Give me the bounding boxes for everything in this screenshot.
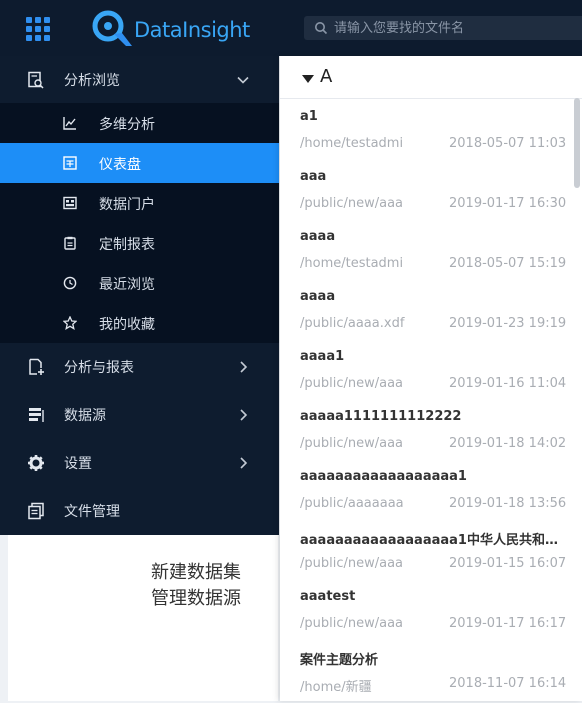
file-path: /public/new/aaa xyxy=(300,436,404,451)
sidebar-item-label: 设置 xyxy=(64,456,92,472)
star-icon xyxy=(63,316,77,330)
sidebar-subitem-label: 数据门户 xyxy=(99,197,155,213)
file-name: aaa xyxy=(300,169,327,184)
file-date: 2019-01-18 14:02 xyxy=(449,436,567,451)
file-item[interactable]: aaaa /home/testadmi 2018-05-07 15:19 xyxy=(280,223,574,283)
file-name: aaatest xyxy=(300,589,356,604)
file-name: aaaa xyxy=(300,289,336,304)
scrollbar-thumb[interactable] xyxy=(574,98,580,188)
sidebar-item-label: 分析浏览 xyxy=(64,73,120,89)
file-path: /home/testadmi xyxy=(300,256,404,271)
file-date: 2019-01-17 16:17 xyxy=(449,616,567,631)
search-icon xyxy=(315,22,328,35)
portal-icon xyxy=(63,196,77,210)
dashboard-icon xyxy=(63,156,77,170)
new-dataset-link[interactable]: 新建数据集 xyxy=(151,558,241,584)
file-date: 2018-05-07 15:19 xyxy=(449,256,567,271)
file-path: /public/new/aaa xyxy=(300,616,404,631)
sidebar-subitem-label: 我的收藏 xyxy=(99,317,155,333)
sidebar-item-analysis-report[interactable]: 分析与报表 xyxy=(0,343,279,391)
sidebar-item-analysis-browse[interactable]: 分析浏览 xyxy=(0,56,279,104)
file-name: aaaaaaaaaaaaaaaaaa1 xyxy=(300,469,467,484)
content-card: 新建数据集 管理数据源 xyxy=(8,535,278,701)
search-bar[interactable] xyxy=(304,16,582,40)
file-date: 2019-01-16 11:04 xyxy=(449,376,567,391)
sidebar-subitem-recent[interactable]: 最近浏览 xyxy=(0,263,279,303)
sidebar-item-label: 文件管理 xyxy=(64,504,120,520)
add-report-icon xyxy=(29,358,44,375)
analysis-browse-submenu: 多维分析 仪表盘 数据门户 定制报表 最近浏览 我的收藏 xyxy=(0,103,279,343)
sidebar-subitem-label: 仪表盘 xyxy=(99,157,141,173)
file-item[interactable]: aaaa /public/aaaa.xdf 2019-01-23 19:19 xyxy=(280,283,574,343)
group-header[interactable]: A xyxy=(280,56,582,99)
file-item[interactable]: a1 /home/testadmi 2018-05-07 11:03 xyxy=(280,103,574,163)
brand-logo[interactable]: DataInsight xyxy=(86,6,256,50)
sidebar-item-settings[interactable]: 设置 xyxy=(0,439,279,487)
sidebar-item-file-management[interactable]: 文件管理 xyxy=(0,487,279,535)
gear-icon xyxy=(28,455,44,471)
apps-grid-icon[interactable] xyxy=(26,17,50,41)
file-name: aaaa1 xyxy=(300,349,345,364)
file-item[interactable]: aaaaa1111111112222 /public/new/aaa 2019-… xyxy=(280,403,574,463)
chevron-right-icon xyxy=(240,361,248,373)
line-chart-icon xyxy=(63,117,76,130)
sidebar-subitem-custom-report[interactable]: 定制报表 xyxy=(0,223,279,263)
file-path: /public/new/aaa xyxy=(300,376,404,391)
sidebar-item-label: 数据源 xyxy=(64,408,106,424)
report-search-icon xyxy=(28,71,44,89)
chevron-down-icon xyxy=(237,76,249,84)
chevron-right-icon xyxy=(240,457,248,469)
file-path: /public/aaaa.xdf xyxy=(300,316,405,331)
file-name: 案件主题分析 xyxy=(300,653,379,668)
file-path: /home/testadmi xyxy=(300,136,404,151)
file-item[interactable]: aaaaaaaaaaaaaaaaaa1中华人民共和… /public/new/a… xyxy=(280,523,574,583)
logo-mark-icon xyxy=(92,10,132,46)
file-date: 2019-01-17 16:30 xyxy=(449,196,567,211)
clock-icon xyxy=(63,276,77,290)
sidebar-subitem-label: 最近浏览 xyxy=(99,277,155,293)
group-letter: A xyxy=(320,66,333,87)
file-date: 2018-11-07 16:14 xyxy=(449,676,567,691)
chevron-right-icon xyxy=(240,409,248,421)
datasource-icon xyxy=(29,408,44,422)
search-input[interactable] xyxy=(334,16,582,40)
file-name: a1 xyxy=(300,109,318,124)
file-item[interactable]: aaatest /public/new/aaa 2019-01-17 16:17 xyxy=(280,583,574,643)
custom-report-icon xyxy=(64,236,76,250)
sidebar-subitem-label: 定制报表 xyxy=(99,237,155,253)
manage-datasource-link[interactable]: 管理数据源 xyxy=(151,584,241,610)
sidebar-subitem-multidim[interactable]: 多维分析 xyxy=(0,103,279,143)
brand-name: DataInsight xyxy=(134,18,250,42)
file-date: 2018-05-07 11:03 xyxy=(449,136,567,151)
files-icon xyxy=(28,502,44,520)
sidebar-item-label: 分析与报表 xyxy=(64,360,134,376)
sidebar-subitem-dashboard[interactable]: 仪表盘 xyxy=(0,143,279,183)
file-date: 2019-01-23 19:19 xyxy=(449,316,567,331)
file-path: /public/new/aaa xyxy=(300,556,404,571)
file-date: 2019-01-18 13:56 xyxy=(449,496,567,511)
sidebar-subitem-label: 多维分析 xyxy=(99,117,155,133)
top-bar: DataInsight xyxy=(0,0,582,56)
file-name: aaaaa1111111112222 xyxy=(300,409,462,424)
file-path: /home/新疆 xyxy=(300,680,372,695)
file-item[interactable]: aaa /public/new/aaa 2019-01-17 16:30 xyxy=(280,163,574,223)
file-path: /public/aaaaaaa xyxy=(300,496,404,511)
file-date: 2019-01-15 16:07 xyxy=(449,556,567,571)
file-path: /public/new/aaa xyxy=(300,196,404,211)
file-name: aaaa xyxy=(300,229,336,244)
sidebar-subitem-portal[interactable]: 数据门户 xyxy=(0,183,279,223)
file-item[interactable]: aaaa1 /public/new/aaa 2019-01-16 11:04 xyxy=(280,343,574,403)
file-results-panel: A a1 /home/testadmi 2018-05-07 11:03 aaa… xyxy=(280,56,582,701)
sidebar: 分析浏览 多维分析 仪表盘 数据门户 定制报表 最近浏览 我的收藏 分析与报表 … xyxy=(0,56,279,535)
sidebar-subitem-favorites[interactable]: 我的收藏 xyxy=(0,303,279,343)
file-name: aaaaaaaaaaaaaaaaaa1中华人民共和… xyxy=(300,533,558,548)
sidebar-item-datasource[interactable]: 数据源 xyxy=(0,391,279,439)
file-item[interactable]: 案件主题分析 /home/新疆 2018-11-07 16:14 xyxy=(280,643,574,703)
file-item[interactable]: aaaaaaaaaaaaaaaaaa1 /public/aaaaaaa 2019… xyxy=(280,463,574,523)
caret-down-icon xyxy=(302,75,314,83)
